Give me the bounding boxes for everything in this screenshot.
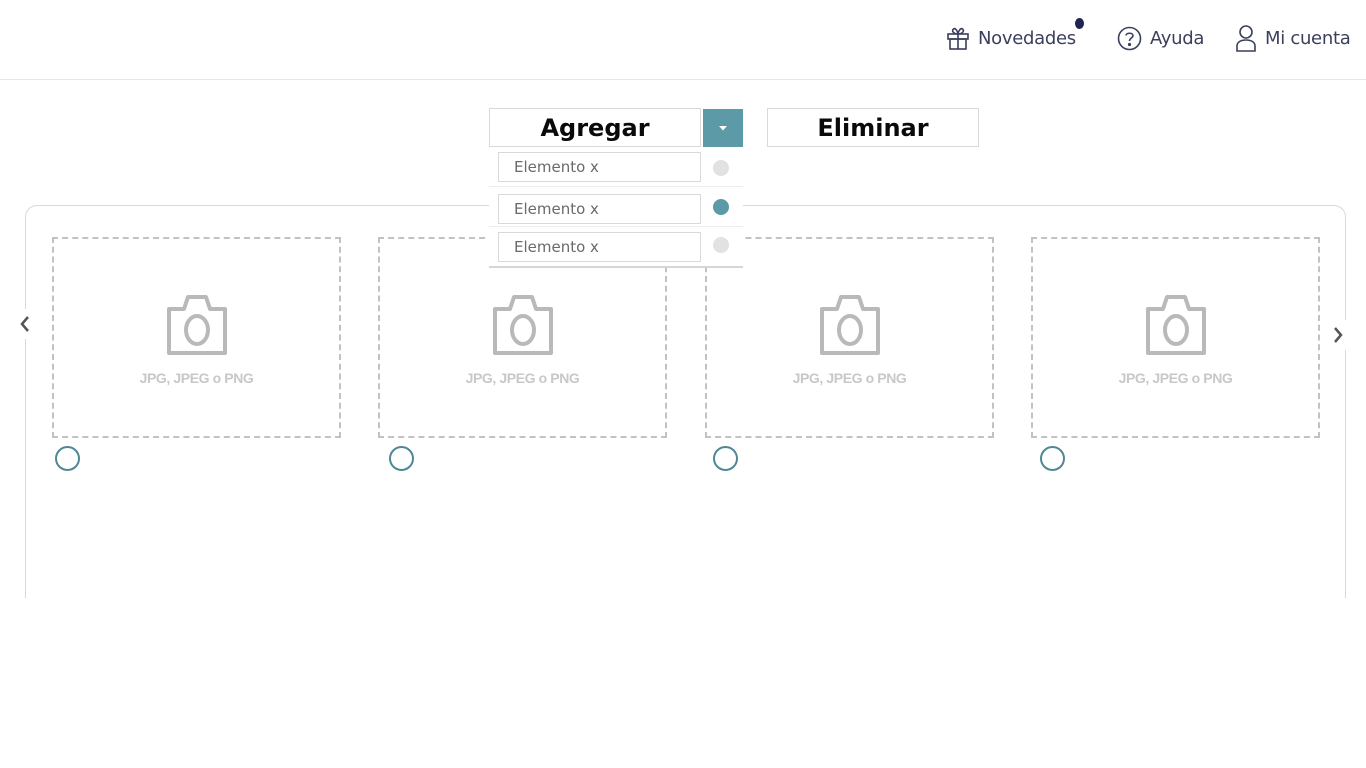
nav-mi-cuenta-label: Mi cuenta [1265,27,1351,49]
dropdown-item-radio-selected[interactable] [713,199,729,215]
dropdown-item-radio[interactable] [713,160,729,176]
image-upload-slot[interactable]: JPG, JPEG o PNG [1031,237,1320,438]
camera-icon [166,295,227,355]
dropdown-item-field[interactable]: Elemento x [498,152,701,182]
upload-hint: JPG, JPEG o PNG [1118,370,1233,386]
image-upload-slot[interactable]: JPG, JPEG o PNG [705,237,994,438]
caret-down-icon [719,126,727,131]
dropdown-item-field[interactable]: Elemento x [498,232,701,262]
nav-mi-cuenta[interactable]: Mi cuenta [1235,22,1351,54]
next-arrow[interactable] [1327,320,1349,350]
gift-icon [947,27,969,50]
upload-hint: JPG, JPEG o PNG [792,370,907,386]
add-button[interactable]: Agregar [489,108,701,147]
nav-ayuda[interactable]: Ayuda [1117,22,1204,54]
nav-novedades[interactable]: Novedades [946,22,1076,54]
user-icon [1236,25,1256,52]
image-upload-slot[interactable]: JPG, JPEG o PNG [52,237,341,438]
add-dropdown-menu: Elemento x Elemento x Elemento x [489,147,743,268]
camera-icon [492,295,553,355]
top-header: Novedades Ayuda Mi cuenta [0,0,1366,80]
nav-novedades-label: Novedades [978,27,1076,49]
dropdown-item-field[interactable]: Elemento x [498,194,701,224]
camera-icon [819,295,880,355]
dropdown-item[interactable]: Elemento x [489,186,743,226]
nav-ayuda-label: Ayuda [1150,27,1205,49]
dropdown-item-radio[interactable] [713,237,729,253]
upload-hint: JPG, JPEG o PNG [465,370,580,386]
prev-arrow[interactable] [14,309,36,339]
dropdown-item[interactable]: Elemento x [489,226,743,266]
help-circle-icon [1117,26,1142,50]
slot-radio[interactable] [713,446,738,471]
delete-button[interactable]: Eliminar [767,108,979,147]
upload-hint: JPG, JPEG o PNG [139,370,254,386]
chevron-right-icon [1334,327,1343,343]
chevron-left-icon [20,316,29,332]
dropdown-item[interactable]: Elemento x [489,147,743,187]
page-background [0,598,1366,768]
slot-radio[interactable] [389,446,414,471]
add-dropdown-toggle[interactable] [703,109,743,147]
slot-radio[interactable] [1040,446,1065,471]
camera-icon [1145,295,1206,355]
notification-dot [1075,18,1084,29]
slot-radio[interactable] [55,446,80,471]
